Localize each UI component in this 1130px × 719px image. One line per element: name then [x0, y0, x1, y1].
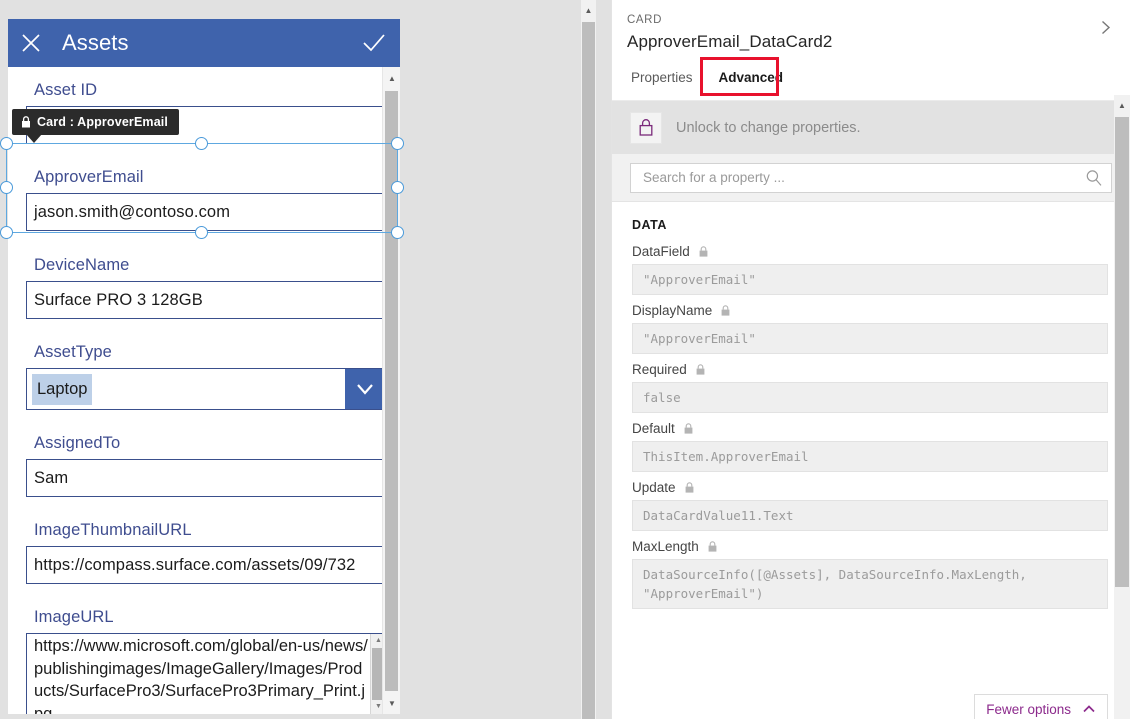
lock-icon [721, 305, 730, 316]
form-field-asset-type: AssetType Laptop [26, 341, 386, 410]
close-x-icon[interactable] [8, 19, 54, 67]
property-name: DataField [632, 244, 690, 259]
tooltip-text: Card : ApproverEmail [37, 115, 169, 129]
lock-icon [699, 246, 708, 257]
property-name: DisplayName [632, 303, 713, 318]
padlock-icon[interactable] [630, 111, 662, 144]
property-default: Default ThisItem.ApproverEmail [632, 421, 1108, 472]
unlock-banner[interactable]: Unlock to change properties. [612, 100, 1130, 154]
property-search-row: Search for a property ... [612, 154, 1130, 202]
property-value[interactable]: false [632, 382, 1108, 413]
scroll-up-icon[interactable]: ▲ [383, 69, 400, 87]
fewer-options-row: Fewer options [974, 694, 1108, 719]
property-label: DisplayName [632, 303, 1108, 318]
property-label: MaxLength [632, 539, 1108, 554]
property-value[interactable]: "ApproverEmail" [632, 264, 1108, 295]
property-name: Update [632, 480, 676, 495]
property-displayname: DisplayName "ApproverEmail" [632, 303, 1108, 354]
property-list: DATA DataField "ApproverEmail" DisplayNa… [612, 202, 1130, 719]
control-tooltip: Card : ApproverEmail [12, 109, 180, 143]
field-label: AssetType [34, 343, 112, 361]
image-url-textarea[interactable]: https://www.microsoft.com/global/en-us/n… [26, 633, 386, 714]
scrollbar-thumb[interactable] [582, 22, 595, 719]
lock-icon [685, 482, 694, 493]
search-placeholder: Search for a property ... [643, 170, 785, 185]
form-field-image-url: ImageURL https://www.microsoft.com/globa… [26, 606, 386, 714]
lock-icon [21, 116, 31, 128]
fewer-options-label: Fewer options [986, 701, 1071, 717]
property-label: DataField [632, 244, 1108, 259]
property-label: Default [632, 421, 1108, 436]
app-form-header: Assets [8, 19, 400, 67]
property-maxlength: MaxLength DataSourceInfo([@Assets], Data… [632, 539, 1108, 609]
chevron-right-icon[interactable] [1092, 14, 1118, 40]
field-label: ImageThumbnailURL [34, 521, 192, 539]
field-label: ImageURL [34, 608, 114, 626]
property-update: Update DataCardValue11.Text [632, 480, 1108, 531]
scroll-up-icon[interactable]: ▲ [581, 2, 596, 18]
selected-control-name: ApproverEmail_DataCard2 [627, 32, 833, 51]
property-required: Required false [632, 362, 1108, 413]
property-value[interactable]: DataCardValue11.Text [632, 500, 1108, 531]
scrollbar-thumb[interactable] [385, 91, 398, 691]
asset-type-selected-value: Laptop [32, 374, 93, 405]
scrollbar-thumb[interactable] [1115, 117, 1129, 587]
property-value[interactable]: ThisItem.ApproverEmail [632, 441, 1108, 472]
fewer-options-button[interactable]: Fewer options [974, 694, 1108, 719]
field-label: AssignedTo [34, 434, 121, 452]
powerapps-studio: Assets Asset ID ApproverEmail jason.smit… [0, 0, 1130, 719]
property-value[interactable]: DataSourceInfo([@Assets], DataSourceInfo… [632, 559, 1108, 609]
chevron-up-icon [1082, 704, 1096, 714]
image-url-value: https://www.microsoft.com/global/en-us/n… [34, 637, 368, 714]
device-name-input[interactable]: Surface PRO 3 128GB [26, 281, 386, 319]
form-field-device-name: DeviceName Surface PRO 3 128GB [26, 254, 386, 319]
form-fields-container: Asset ID ApproverEmail jason.smith@conto… [8, 67, 400, 714]
unlock-text: Unlock to change properties. [676, 119, 861, 136]
section-title-data: DATA [632, 218, 667, 232]
form-scrollbar[interactable]: ▲ ▼ [382, 67, 400, 714]
search-icon[interactable] [1085, 169, 1103, 187]
property-label: Update [632, 480, 1108, 495]
property-name: Required [632, 362, 687, 377]
page-title: Assets [62, 30, 129, 55]
panel-kicker: CARD [627, 14, 662, 26]
property-label: Required [632, 362, 1108, 377]
properties-panel-scrollbar[interactable]: ▲ [1114, 95, 1130, 719]
lock-icon [708, 541, 717, 552]
field-label: DeviceName [34, 256, 130, 274]
property-value[interactable]: "ApproverEmail" [632, 323, 1108, 354]
search-input[interactable]: Search for a property ... [630, 162, 1112, 193]
property-name: MaxLength [632, 539, 699, 554]
scroll-up-icon[interactable]: ▲ [1114, 97, 1130, 113]
form-field-assigned-to: AssignedTo Sam [26, 432, 386, 497]
chevron-down-icon[interactable] [345, 369, 385, 409]
lock-icon [696, 364, 705, 375]
tab-properties[interactable]: Properties [627, 68, 701, 90]
lock-icon [684, 423, 693, 434]
properties-panel: CARD ApproverEmail_DataCard2 Properties … [611, 0, 1130, 719]
image-thumbnail-url-input[interactable]: https://compass.surface.com/assets/09/73… [26, 546, 386, 584]
checkmark-icon[interactable] [348, 19, 400, 67]
canvas-scrollbar[interactable]: ▲ [581, 0, 596, 719]
approver-email-input[interactable]: jason.smith@contoso.com [26, 193, 386, 231]
panel-tabs: Properties Advanced [612, 57, 1130, 98]
form-field-image-thumbnail-url: ImageThumbnailURL https://compass.surfac… [26, 519, 386, 584]
field-label: ApproverEmail [34, 168, 144, 186]
form-field-approver-email: ApproverEmail jason.smith@contoso.com [26, 166, 386, 231]
canvas-area: Assets Asset ID ApproverEmail jason.smit… [0, 0, 596, 719]
scroll-down-icon[interactable]: ▼ [383, 694, 400, 712]
panel-header: CARD ApproverEmail_DataCard2 [612, 0, 1130, 68]
field-label: Asset ID [34, 81, 98, 99]
tab-advanced[interactable]: Advanced [715, 68, 792, 90]
asset-type-dropdown[interactable]: Laptop [26, 368, 386, 410]
assigned-to-input[interactable]: Sam [26, 459, 386, 497]
property-name: Default [632, 421, 675, 436]
tooltip-tail [26, 134, 42, 143]
property-datafield: DataField "ApproverEmail" [632, 244, 1108, 295]
